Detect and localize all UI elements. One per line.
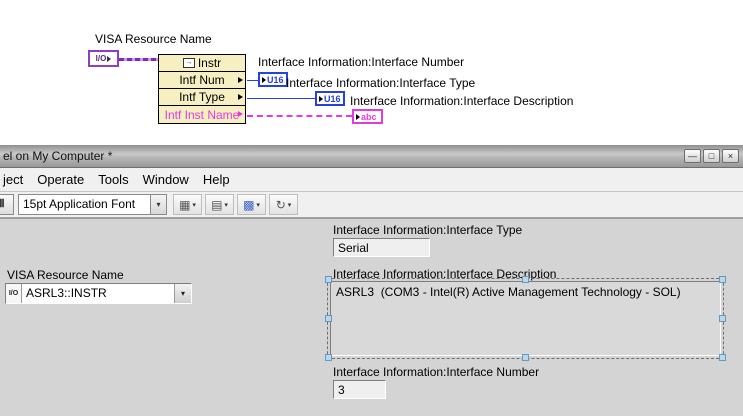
interface-description-indicator[interactable]: ASRL3 (COM3 - Intel(R) Active Management…	[330, 281, 721, 356]
interface-number-indicator[interactable]: 3	[333, 380, 386, 399]
close-button[interactable]: ×	[722, 149, 739, 163]
titlebar[interactable]: el on My Computer * — □ ×	[0, 145, 743, 168]
property-node-row-intf-type[interactable]: Intf Type	[159, 89, 245, 106]
terminal-type-label: U16	[267, 74, 284, 85]
chevron-down-icon[interactable]: ▾	[150, 195, 166, 214]
property-row-label: Intf Num	[179, 73, 225, 87]
resize-objects-icon: ▩	[243, 197, 255, 212]
interface-number-label: Interface Information:Interface Number	[333, 365, 540, 379]
reorder-objects-button[interactable]: ↻ ▾	[269, 194, 298, 215]
chevron-down-icon[interactable]: ▾	[174, 284, 191, 303]
align-objects-icon: ▦	[179, 197, 191, 212]
labview-screen: VISA Resource Name I/O → Instr Intf Num …	[0, 0, 743, 416]
indicator-label-number: Interface Information:Interface Number	[258, 55, 465, 69]
align-objects-button[interactable]: ▦ ▾	[173, 194, 202, 215]
output-arrow-icon	[238, 94, 243, 100]
visa-resource-value[interactable]: ASRL3::INSTR	[22, 284, 174, 303]
pause-button[interactable]: Ⅱ	[0, 194, 14, 215]
distribute-objects-icon: ▤	[211, 197, 223, 212]
terminal-arrow-icon	[262, 76, 266, 83]
property-row-label: Intf Inst Name	[164, 107, 240, 122]
minimize-button[interactable]: —	[684, 149, 701, 163]
chevron-down-icon: ▾	[224, 201, 228, 209]
property-node-row-intf-inst-name[interactable]: Intf Inst Name	[159, 106, 245, 123]
reorder-icon: ↻	[275, 197, 286, 212]
menubar: ject Operate Tools Window Help	[0, 168, 743, 192]
terminal-u16-number[interactable]: U16	[258, 72, 288, 87]
indicator-label-description: Interface Information:Interface Descript…	[350, 94, 574, 108]
selection-handle[interactable]	[325, 276, 332, 283]
selection-handle[interactable]	[521, 354, 529, 361]
terminal-abc-description[interactable]: abc	[352, 109, 383, 124]
property-row-label: Intf Type	[179, 90, 225, 104]
selection-handle[interactable]	[719, 276, 726, 283]
terminal-type-label: U16	[324, 93, 341, 104]
terminal-arrow-icon	[356, 113, 360, 120]
menu-project[interactable]: ject	[3, 168, 23, 191]
front-panel-window: el on My Computer * — □ × ject Operate T…	[0, 145, 743, 416]
menu-window[interactable]: Window	[143, 168, 189, 191]
interface-type-indicator[interactable]: Serial	[333, 238, 430, 257]
chevron-down-icon: ▾	[256, 201, 260, 209]
visa-property-node[interactable]: → Instr Intf Num Intf Type Intf Inst Nam…	[158, 54, 246, 124]
selection-handle[interactable]	[719, 314, 726, 322]
menu-tools[interactable]: Tools	[98, 168, 128, 191]
font-selector-value: 15pt Application Font	[23, 197, 136, 211]
visa-io-icon: I/O	[95, 54, 107, 63]
interface-description-selection[interactable]: ASRL3 (COM3 - Intel(R) Active Management…	[325, 276, 726, 361]
selection-handle[interactable]	[325, 314, 332, 322]
terminal-type-label: abc	[361, 111, 377, 122]
indicator-label-type: Interface Information:Interface Type	[286, 76, 476, 90]
maximize-button[interactable]: □	[703, 149, 720, 163]
resize-objects-button[interactable]: ▩ ▾	[237, 194, 266, 215]
wire-intf-inst-name	[247, 115, 352, 117]
visa-io-icon: I/O	[6, 284, 22, 303]
selection-handle[interactable]	[325, 354, 332, 361]
menu-help[interactable]: Help	[203, 168, 230, 191]
window-title: el on My Computer *	[3, 149, 113, 163]
menu-operate[interactable]: Operate	[37, 168, 84, 191]
property-node-row-intf-num[interactable]: Intf Num	[159, 72, 245, 89]
font-selector[interactable]: 15pt Application Font ▾	[18, 194, 167, 215]
instr-class-icon: →	[182, 58, 195, 68]
terminal-arrow-icon	[107, 55, 112, 62]
property-node-row-instr[interactable]: → Instr	[159, 55, 245, 72]
chevron-down-icon: ▾	[287, 201, 292, 209]
output-arrow-icon	[238, 111, 243, 117]
wire-intf-num	[247, 80, 258, 81]
distribute-objects-button[interactable]: ▤ ▾	[205, 194, 234, 215]
terminal-u16-type[interactable]: U16	[315, 91, 345, 106]
toolbar: Ⅱ 15pt Application Font ▾ ▦ ▾ ▤ ▾ ▩ ▾ ↻ …	[0, 193, 743, 218]
visa-resource-label: VISA Resource Name	[7, 268, 124, 282]
visa-resource-combo[interactable]: I/O ASRL3::INSTR ▾	[5, 283, 192, 304]
output-arrow-icon	[238, 77, 243, 83]
property-row-label: Instr	[197, 56, 222, 70]
visa-resource-terminal[interactable]: I/O	[88, 50, 119, 67]
interface-type-label: Interface Information:Interface Type	[333, 223, 523, 237]
visa-resource-wire-label: VISA Resource Name	[95, 32, 212, 46]
chevron-down-icon: ▾	[192, 201, 196, 209]
terminal-arrow-icon	[319, 95, 323, 102]
front-panel: Interface Information:Interface Type Ser…	[0, 218, 743, 416]
wire-intf-type	[247, 98, 315, 99]
selection-handle[interactable]	[719, 354, 726, 361]
selection-handle[interactable]	[521, 276, 529, 283]
visa-wire	[119, 58, 159, 61]
